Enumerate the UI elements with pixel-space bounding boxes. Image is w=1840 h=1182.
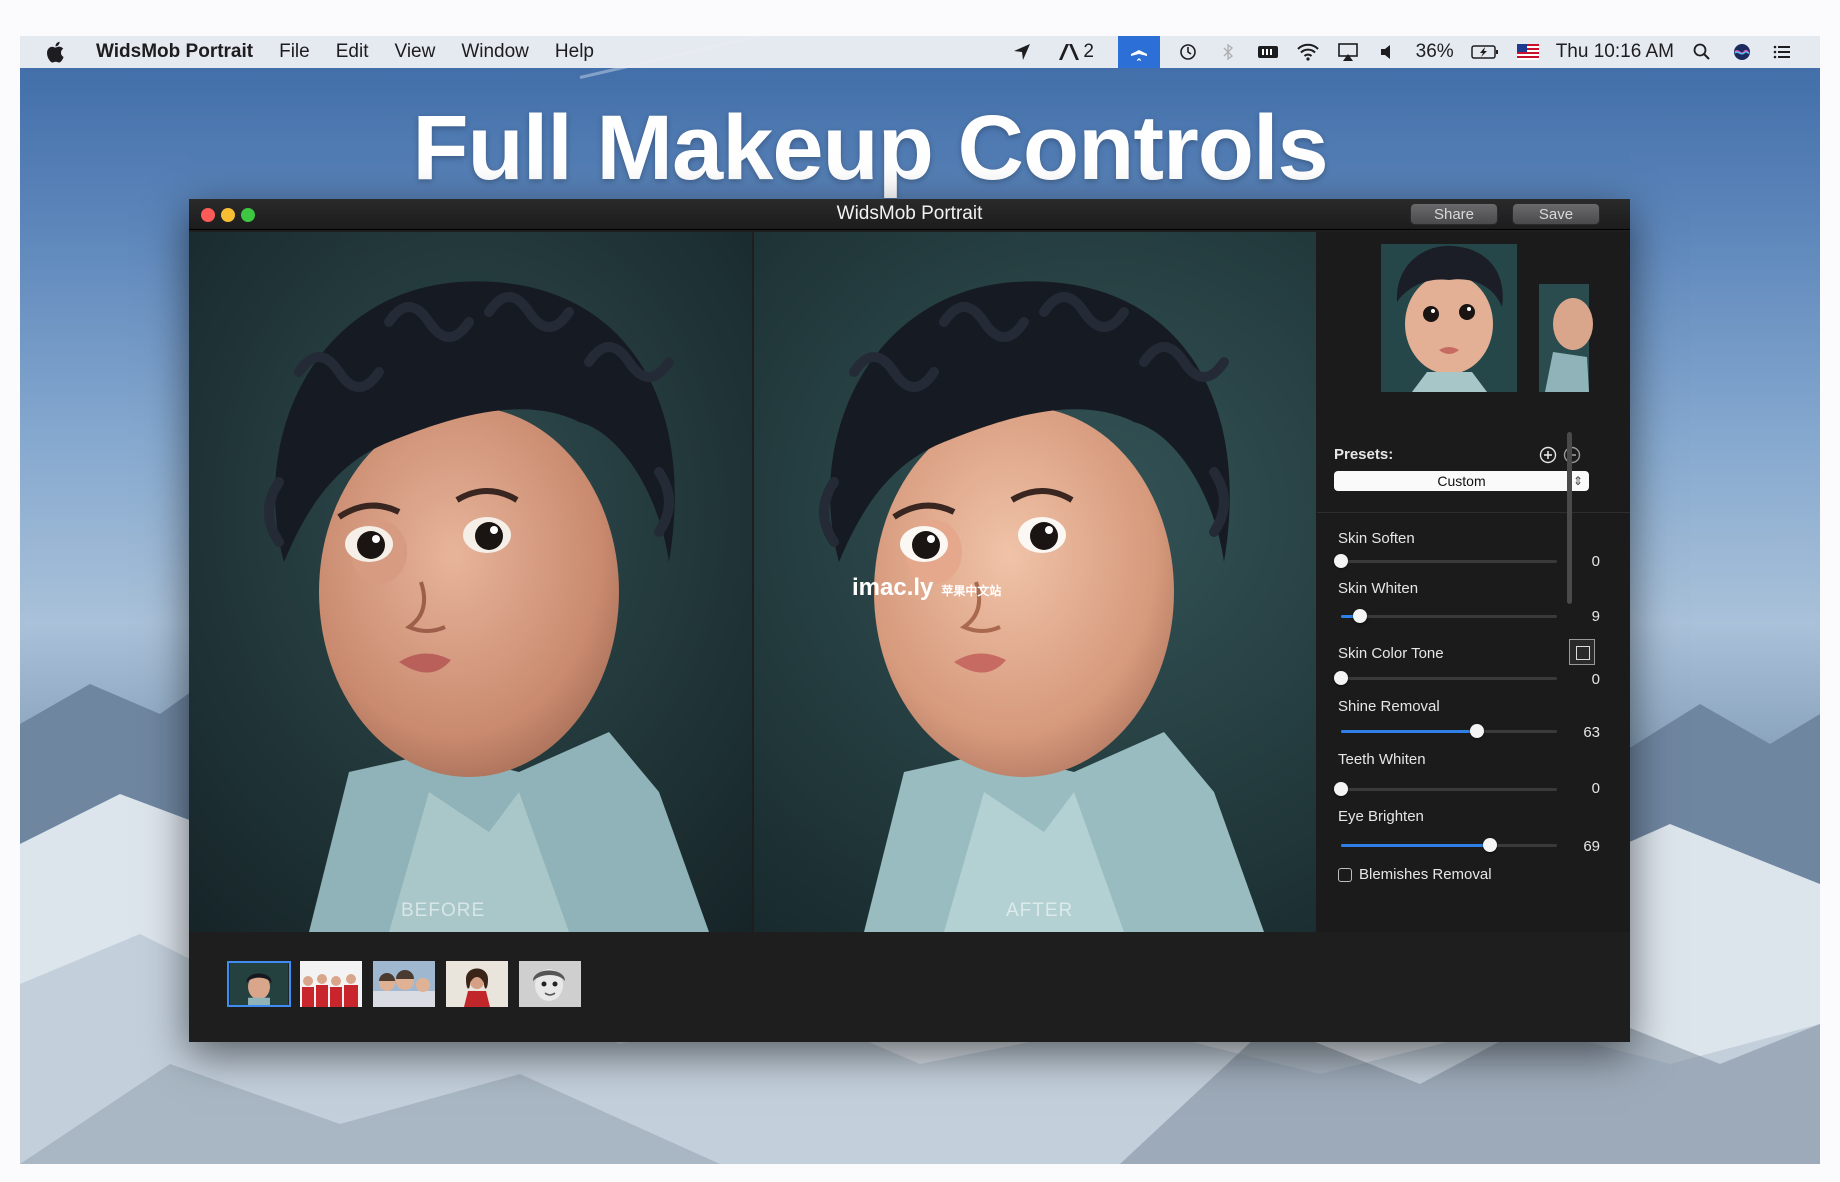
thumbnail-woman-red-dress[interactable]: [446, 961, 508, 1007]
battery-charging-icon[interactable]: [1470, 41, 1500, 63]
slider-knob[interactable]: [1483, 838, 1497, 852]
slider-knob[interactable]: [1470, 724, 1484, 738]
notification-center-icon[interactable]: [1770, 41, 1794, 63]
battery-percent[interactable]: 36%: [1416, 41, 1454, 63]
headline: Full Makeup Controls: [412, 97, 1328, 199]
skin-whiten-label: Skin Whiten: [1338, 580, 1419, 597]
skin-color-tone-value: 0: [1591, 671, 1600, 688]
face-preview-image[interactable]: [1317, 232, 1630, 422]
controls-scrollbar[interactable]: [1567, 432, 1572, 604]
eye-brighten-value: 69: [1583, 838, 1600, 855]
apple-menu-icon[interactable]: [46, 40, 68, 64]
slider-knob[interactable]: [1353, 609, 1367, 623]
bluetooth-icon[interactable]: [1216, 41, 1240, 63]
skin-soften-slider[interactable]: [1334, 554, 1557, 568]
thumbnail-strip: [189, 934, 1630, 1042]
eye-brighten-label: Eye Brighten: [1338, 808, 1424, 825]
thumbnail-family-selfie[interactable]: [373, 961, 435, 1007]
skin-tone-color-swatch[interactable]: [1569, 639, 1595, 665]
presets-dropdown[interactable]: Custom ⇕: [1334, 471, 1589, 491]
shine-removal-value: 63: [1583, 724, 1600, 741]
adobe-icon[interactable]: 2: [1050, 41, 1102, 63]
thumbnail-portrait-child[interactable]: [227, 961, 291, 1007]
thumbnail-group-red-shirts[interactable]: [300, 961, 362, 1007]
app-window: WidsMob Portrait Share Save BEFORE imac.…: [189, 199, 1630, 1042]
wifi-icon[interactable]: [1296, 41, 1320, 63]
before-label: BEFORE: [401, 900, 486, 921]
teeth-whiten-label: Teeth Whiten: [1338, 751, 1426, 768]
menu-bar: WidsMob Portrait File Edit View Window H…: [20, 36, 1820, 68]
skin-whiten-value: 9: [1591, 608, 1600, 625]
slider-knob[interactable]: [1334, 554, 1348, 568]
shine-removal-slider[interactable]: [1341, 724, 1557, 738]
skin-soften-value: 0: [1591, 553, 1600, 570]
share-button[interactable]: Share: [1410, 203, 1498, 225]
menu-file[interactable]: File: [279, 41, 310, 63]
menu-clock[interactable]: Thu 10:16 AM: [1556, 41, 1674, 63]
menu-window[interactable]: Window: [461, 41, 529, 63]
volume-icon[interactable]: [1376, 41, 1400, 63]
face-preview-strip: [1317, 232, 1630, 422]
airplay-icon[interactable]: [1336, 41, 1360, 63]
spotlight-search-icon[interactable]: [1690, 41, 1714, 63]
skin-soften-label: Skin Soften: [1338, 530, 1415, 547]
menu-view[interactable]: View: [394, 41, 435, 63]
teeth-whiten-slider[interactable]: [1334, 782, 1557, 796]
chevron-updown-icon: ⇕: [1572, 474, 1583, 488]
after-label: AFTER: [1006, 900, 1074, 921]
siri-icon[interactable]: [1730, 41, 1754, 63]
workspace-count: 2: [1083, 41, 1094, 62]
save-button[interactable]: Save: [1512, 203, 1600, 225]
slider-knob[interactable]: [1334, 782, 1348, 796]
teeth-whiten-value: 0: [1591, 780, 1600, 797]
menu-help[interactable]: Help: [555, 41, 594, 63]
status-menus: 2 36% Thu 10:16 AM: [1010, 36, 1794, 68]
watermark-sub: 苹果中文站: [941, 584, 1002, 598]
app-menu[interactable]: WidsMob Portrait: [96, 41, 253, 63]
before-photo[interactable]: BEFORE: [189, 232, 752, 932]
skin-color-tone-label: Skin Color Tone: [1338, 645, 1444, 662]
time-machine-icon[interactable]: [1176, 41, 1200, 63]
skin-color-tone-slider[interactable]: [1334, 671, 1557, 685]
location-arrow-icon[interactable]: [1010, 41, 1034, 63]
menu-edit[interactable]: Edit: [336, 41, 369, 63]
slider-knob[interactable]: [1334, 671, 1348, 685]
eye-brighten-slider[interactable]: [1341, 838, 1557, 852]
add-preset-icon[interactable]: [1539, 446, 1557, 464]
child-portrait-image: [189, 232, 752, 932]
memory-icon[interactable]: [1256, 41, 1280, 63]
presets-selected-value: Custom: [1437, 473, 1486, 489]
us-flag-icon[interactable]: [1516, 41, 1540, 63]
watermark: imac.ly 苹果中文站: [852, 574, 1001, 602]
makeup-controls-panel: Presets: Custom ⇕ Skin Soften 0 Skin Whi…: [1317, 422, 1630, 932]
remove-preset-icon[interactable]: [1563, 446, 1581, 464]
airplane-icon[interactable]: [1117, 36, 1160, 68]
title-bar[interactable]: WidsMob Portrait Share Save: [189, 199, 1630, 230]
presets-label: Presets:: [1334, 446, 1394, 463]
skin-whiten-slider[interactable]: [1341, 609, 1557, 623]
thumbnail-bw-child[interactable]: [519, 961, 581, 1007]
divider: [1317, 512, 1630, 513]
blemishes-removal-label: Blemishes Removal: [1359, 866, 1492, 883]
shine-removal-label: Shine Removal: [1338, 698, 1440, 715]
watermark-main: imac.ly: [852, 574, 934, 601]
blemishes-removal-checkbox[interactable]: [1338, 868, 1352, 882]
